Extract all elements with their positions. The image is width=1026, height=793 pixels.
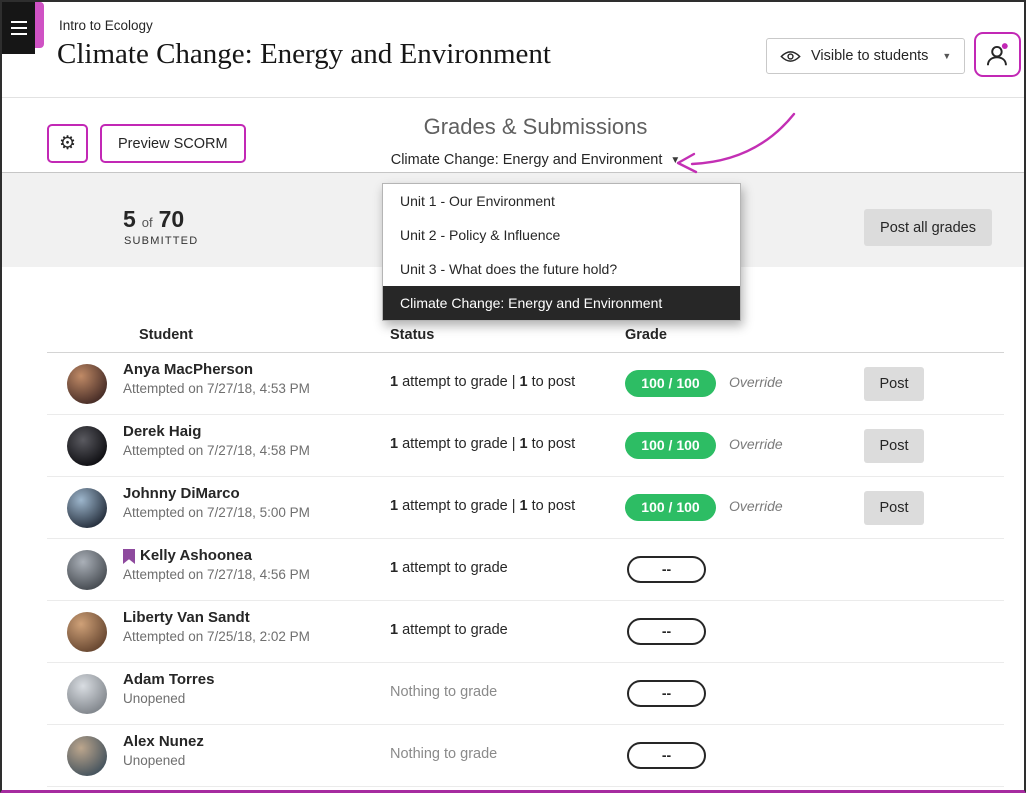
column-header-status: Status xyxy=(390,327,434,343)
student-list: Anya MacPherson Attempted on 7/27/18, 4:… xyxy=(47,353,1004,787)
dropdown-item-unit1[interactable]: Unit 1 - Our Environment xyxy=(383,184,740,218)
student-name: Adam Torres xyxy=(123,671,214,688)
chevron-down-icon: ▼ xyxy=(942,51,951,61)
course-name: Intro to Ecology xyxy=(59,18,153,33)
table-row: Kelly Ashoonea Attempted on 7/27/18, 4:5… xyxy=(47,539,1004,601)
grade-pill[interactable]: 100 / 100 xyxy=(625,432,716,459)
attempt-date: Attempted on 7/27/18, 4:56 PM xyxy=(123,567,310,582)
override-field[interactable]: Override xyxy=(729,436,783,452)
table-row: Alex Nunez Unopened Nothing to grade -- xyxy=(47,725,1004,787)
flag-icon xyxy=(123,549,135,564)
page-title: Climate Change: Energy and Environment xyxy=(57,38,551,71)
avatar xyxy=(67,364,107,404)
table-row: Liberty Van Sandt Attempted on 7/25/18, … xyxy=(47,601,1004,663)
table-row: Derek Haig Attempted on 7/27/18, 4:58 PM… xyxy=(47,415,1004,477)
attempt-date: Unopened xyxy=(123,691,185,706)
grade-pill-empty[interactable]: -- xyxy=(627,618,706,645)
override-field[interactable]: Override xyxy=(729,498,783,514)
attempt-date: Attempted on 7/27/18, 4:58 PM xyxy=(123,443,310,458)
person-notification-icon xyxy=(984,41,1011,68)
eye-icon xyxy=(780,50,801,63)
submitted-count: 5 of 70 xyxy=(123,206,184,233)
table-row: Anya MacPherson Attempted on 7/27/18, 4:… xyxy=(47,353,1004,415)
grade-pill-empty[interactable]: -- xyxy=(627,680,706,707)
avatar xyxy=(67,550,107,590)
grades-panel: × Intro to Ecology Climate Change: Energ… xyxy=(0,0,1026,793)
post-button[interactable]: Post xyxy=(864,367,924,401)
chevron-down-icon: ▼ xyxy=(670,155,680,166)
dropdown-item-selected[interactable]: Climate Change: Energy and Environment xyxy=(383,286,740,320)
header-divider xyxy=(2,97,1024,98)
student-name: Kelly Ashoonea xyxy=(140,547,252,564)
grade-pill-empty[interactable]: -- xyxy=(627,742,706,769)
override-field[interactable]: Override xyxy=(729,374,783,390)
status-text: 1 attempt to grade | 1 to post xyxy=(390,436,575,452)
status-text: Nothing to grade xyxy=(390,684,497,700)
post-all-grades-button[interactable]: Post all grades xyxy=(864,209,992,246)
status-text: 1 attempt to grade xyxy=(390,560,508,576)
avatar xyxy=(67,426,107,466)
attempt-date: Unopened xyxy=(123,753,185,768)
attempt-date: Attempted on 7/27/18, 5:00 PM xyxy=(123,505,310,520)
post-button[interactable]: Post xyxy=(864,491,924,525)
post-button[interactable]: Post xyxy=(864,429,924,463)
dropdown-item-unit2[interactable]: Unit 2 - Policy & Influence xyxy=(383,218,740,252)
grade-pill[interactable]: 100 / 100 xyxy=(625,494,716,521)
avatar xyxy=(67,736,107,776)
student-name: Johnny DiMarco xyxy=(123,485,240,502)
submitted-label: SUBMITTED xyxy=(124,235,198,247)
table-row: Johnny DiMarco Attempted on 7/27/18, 5:0… xyxy=(47,477,1004,539)
attempt-date: Attempted on 7/27/18, 4:53 PM xyxy=(123,381,310,396)
grade-pill[interactable]: 100 / 100 xyxy=(625,370,716,397)
grade-pill-empty[interactable]: -- xyxy=(627,556,706,583)
avatar xyxy=(67,612,107,652)
student-name: Alex Nunez xyxy=(123,733,204,750)
status-text: 1 attempt to grade xyxy=(390,622,508,638)
avatar xyxy=(67,674,107,714)
visibility-dropdown-button[interactable]: Visible to students ▼ xyxy=(766,38,965,74)
column-header-student: Student xyxy=(139,327,193,343)
class-conversations-button[interactable] xyxy=(974,32,1021,77)
student-name: Liberty Van Sandt xyxy=(123,609,250,626)
attempt-date: Attempted on 7/25/18, 2:02 PM xyxy=(123,629,310,644)
table-row: Adam Torres Unopened Nothing to grade -- xyxy=(47,663,1004,725)
hamburger-menu-button[interactable] xyxy=(2,2,35,54)
item-dropdown-menu: Unit 1 - Our Environment Unit 2 - Policy… xyxy=(382,183,741,321)
status-text: 1 attempt to grade | 1 to post xyxy=(390,374,575,390)
student-name: Anya MacPherson xyxy=(123,361,253,378)
visibility-label: Visible to students xyxy=(811,48,928,64)
column-header-grade: Grade xyxy=(625,327,667,343)
status-text: Nothing to grade xyxy=(390,746,497,762)
hamburger-icon xyxy=(11,21,27,23)
item-selector-label: Climate Change: Energy and Environment xyxy=(391,152,663,168)
status-text: 1 attempt to grade | 1 to post xyxy=(390,498,575,514)
panel-title: Grades & Submissions xyxy=(47,114,1024,140)
avatar xyxy=(67,488,107,528)
item-selector-dropdown[interactable]: Climate Change: Energy and Environment ▼ xyxy=(391,152,681,168)
dropdown-item-unit3[interactable]: Unit 3 - What does the future hold? xyxy=(383,252,740,286)
student-name: Derek Haig xyxy=(123,423,201,440)
